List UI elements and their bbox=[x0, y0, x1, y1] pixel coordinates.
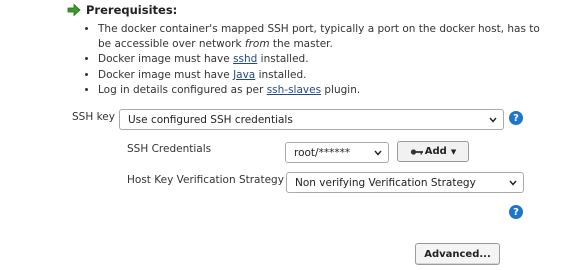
chevron-down-icon bbox=[374, 150, 382, 156]
sshd-link[interactable]: sshd bbox=[233, 53, 257, 65]
chevron-down-icon bbox=[509, 180, 517, 186]
ssh-key-help-icon[interactable]: ? bbox=[509, 111, 523, 125]
java-link[interactable]: Java bbox=[233, 69, 255, 81]
list-item: Docker image must have Java installed. bbox=[98, 68, 546, 83]
add-credentials-button[interactable]: Add ▼ bbox=[397, 141, 469, 162]
chevron-down-icon bbox=[489, 117, 497, 123]
host-key-help-icon[interactable]: ? bbox=[509, 205, 523, 219]
ssh-slaves-link[interactable]: ssh-slaves bbox=[267, 84, 321, 96]
ssh-key-label: SSH key bbox=[72, 111, 115, 123]
green-arrow-icon bbox=[67, 3, 81, 17]
list-item: Docker image must have sshd installed. bbox=[98, 52, 546, 67]
host-key-strategy-selected-value: Non verifying Verification Strategy bbox=[295, 176, 476, 189]
ssh-key-select[interactable]: Use configured SSH credentials bbox=[119, 109, 504, 130]
add-button-label: Add bbox=[424, 146, 447, 157]
host-key-strategy-label: Host Key Verification Strategy bbox=[127, 174, 284, 186]
ssh-credentials-label: SSH Credentials bbox=[127, 143, 212, 155]
prerequisites-list: The docker container's mapped SSH port, … bbox=[80, 22, 546, 99]
caret-down-icon: ▼ bbox=[450, 147, 457, 156]
prerequisites-header: Prerequisites: bbox=[67, 2, 177, 18]
ssh-key-selected-value: Use configured SSH credentials bbox=[128, 113, 293, 126]
host-key-strategy-select[interactable]: Non verifying Verification Strategy bbox=[286, 172, 524, 193]
advanced-button[interactable]: Advanced... bbox=[415, 243, 500, 265]
ssh-credentials-selected-value: root/****** bbox=[294, 146, 351, 159]
list-item: The docker container's mapped SSH port, … bbox=[98, 22, 546, 51]
key-icon bbox=[410, 148, 423, 155]
list-item: Log in details configured as per ssh-sla… bbox=[98, 83, 546, 98]
prerequisites-title: Prerequisites: bbox=[86, 3, 178, 17]
ssh-credentials-select[interactable]: root/****** bbox=[285, 142, 389, 163]
